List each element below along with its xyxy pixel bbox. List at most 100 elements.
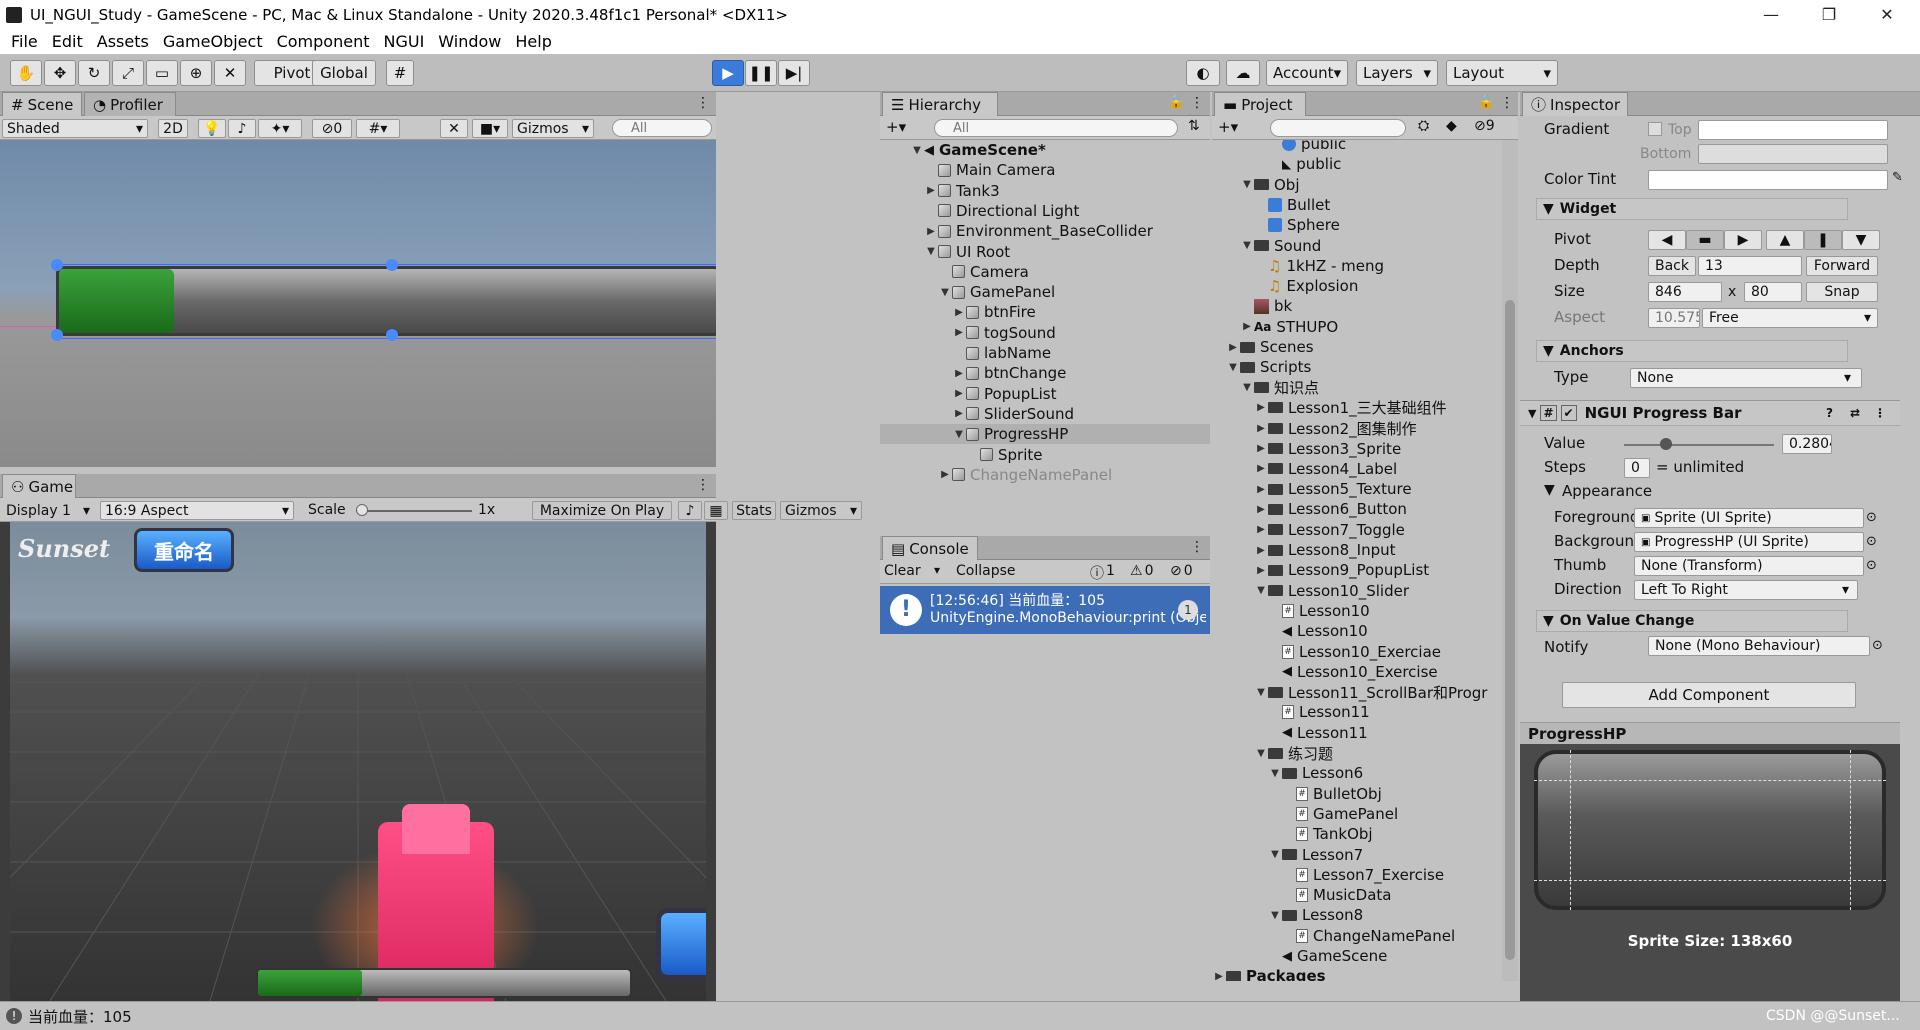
project-item[interactable]: ▶ Lesson9_PopupList bbox=[1212, 560, 1502, 580]
project-item[interactable]: ◀ Lesson10_Exercise bbox=[1212, 662, 1502, 682]
menu-window[interactable]: Window bbox=[438, 32, 501, 51]
project-item[interactable]: ▼ 知识点 bbox=[1212, 378, 1502, 398]
value-slider-track[interactable] bbox=[1624, 444, 1774, 446]
collapsed-arrow-icon[interactable]: ▶ bbox=[1240, 321, 1254, 332]
project-item[interactable]: # Lesson11 bbox=[1212, 702, 1502, 722]
project-item[interactable]: ▼ Lesson8 bbox=[1212, 905, 1502, 925]
collapsed-arrow-icon[interactable]: ▶ bbox=[1254, 545, 1268, 556]
collapsed-arrow-icon[interactable]: ▶ bbox=[924, 226, 938, 237]
depth-field[interactable]: 13 bbox=[1698, 256, 1802, 276]
panel-menu-icon[interactable]: ⋮ bbox=[1190, 95, 1204, 111]
global-toggle[interactable]: Global bbox=[312, 60, 376, 86]
menu-component[interactable]: Component bbox=[277, 32, 370, 51]
project-item[interactable]: ▶ Aa STHUPO bbox=[1212, 317, 1502, 337]
collapse-arrow-icon[interactable]: ▼ bbox=[1544, 482, 1555, 498]
project-item[interactable]: # ChangeNamePanel bbox=[1212, 926, 1502, 946]
hierarchy-item[interactable]: Directional Light bbox=[880, 201, 1210, 221]
bottom-color-field[interactable] bbox=[1698, 144, 1888, 164]
clear-button[interactable]: Clear bbox=[884, 563, 921, 579]
project-search-input[interactable] bbox=[1270, 119, 1406, 137]
cloud-icon[interactable]: ☁ bbox=[1226, 60, 1260, 86]
collapsed-arrow-icon[interactable]: ▶ bbox=[1254, 423, 1268, 434]
tab-game[interactable]: ⚇ Game bbox=[2, 474, 76, 498]
expanded-arrow-icon[interactable]: ▼ bbox=[938, 287, 952, 298]
grid-snap-icon[interactable]: # bbox=[386, 60, 414, 86]
pause-button[interactable]: ❚❚ bbox=[745, 60, 777, 86]
hierarchy-item[interactable]: ▼ ProgressHP bbox=[880, 424, 1210, 445]
panel-menu-icon[interactable]: ⋮ bbox=[1500, 95, 1514, 111]
layout-dropdown[interactable]: Layout ▾ bbox=[1446, 60, 1558, 86]
rotate-tool-icon[interactable]: ↻ bbox=[78, 60, 110, 86]
project-item[interactable]: # Lesson7_Exercise bbox=[1212, 865, 1502, 885]
maximize-button[interactable]: ❐ bbox=[1800, 0, 1858, 29]
snap-button[interactable]: Snap bbox=[1806, 282, 1878, 302]
project-item[interactable]: ▶ Lesson4_Label bbox=[1212, 459, 1502, 479]
pivot-bottom-button[interactable]: ▼ bbox=[1842, 230, 1880, 250]
expanded-arrow-icon[interactable]: ▼ bbox=[1240, 179, 1254, 190]
step-button[interactable]: ▶| bbox=[778, 60, 810, 86]
tab-profiler[interactable]: ◔ Profiler bbox=[84, 92, 176, 116]
resize-handle[interactable] bbox=[386, 329, 398, 341]
object-picker-icon[interactable]: ⊙ bbox=[1872, 638, 1883, 653]
project-item[interactable]: bk bbox=[1212, 296, 1502, 316]
project-item[interactable]: # Lesson10 bbox=[1212, 601, 1502, 621]
project-item[interactable]: ▶ Lesson8_Input bbox=[1212, 540, 1502, 560]
depth-back-button[interactable]: Back bbox=[1648, 256, 1696, 276]
game-view[interactable]: Sunset 重命名 ✔ 音效 白天 开火 bbox=[0, 522, 716, 1001]
steps-field[interactable]: 0 bbox=[1624, 458, 1650, 478]
expanded-arrow-icon[interactable]: ▼ bbox=[1254, 748, 1268, 759]
hidden-objects-toggle[interactable]: ⊘ 0 bbox=[312, 119, 352, 138]
shading-dropdown[interactable]: Shaded ▾ bbox=[2, 119, 148, 138]
hierarchy-item[interactable]: ▶ PopupList bbox=[880, 384, 1210, 404]
warning-toggle[interactable]: ⚠ 0 bbox=[1130, 563, 1153, 579]
project-item[interactable]: ◀ Lesson10 bbox=[1212, 621, 1502, 641]
project-item[interactable]: public bbox=[1212, 140, 1502, 154]
tab-hierarchy[interactable]: ☰ Hierarchy bbox=[882, 92, 998, 116]
expanded-arrow-icon[interactable]: ▼ bbox=[1268, 768, 1282, 779]
panel-menu-icon[interactable]: ⋮ bbox=[696, 477, 710, 493]
info-toggle[interactable]: ⓘ 1 bbox=[1090, 563, 1115, 583]
gizmos-dropdown[interactable]: Gizmos ▾ bbox=[512, 119, 594, 138]
color-tint-field[interactable] bbox=[1648, 170, 1888, 190]
project-item[interactable]: ▶ Scenes bbox=[1212, 337, 1502, 357]
move-tool-icon[interactable]: ✥ bbox=[44, 60, 76, 86]
project-item[interactable]: ▶ Lesson6_Button bbox=[1212, 499, 1502, 519]
project-item[interactable]: # MusicData bbox=[1212, 885, 1502, 905]
hierarchy-item[interactable]: ▶ ChangeNamePanel bbox=[880, 465, 1210, 485]
project-item[interactable]: ▶ Lesson3_Sprite bbox=[1212, 439, 1502, 459]
expanded-arrow-icon[interactable]: ▼ bbox=[910, 145, 924, 156]
widget-section-header[interactable]: ▼ Widget bbox=[1536, 198, 1848, 220]
scrollbar-thumb[interactable] bbox=[1505, 300, 1515, 960]
preview-header[interactable]: ProgressHP bbox=[1520, 722, 1900, 744]
help-icon[interactable]: ? bbox=[1826, 406, 1833, 420]
menu-gameobject[interactable]: GameObject bbox=[163, 32, 263, 51]
play-button[interactable]: ▶ bbox=[712, 60, 744, 86]
value-field[interactable]: 0.28046 bbox=[1782, 434, 1832, 454]
account-dropdown[interactable]: Account ▾ bbox=[1266, 60, 1348, 86]
expanded-arrow-icon[interactable]: ▼ bbox=[1268, 910, 1282, 921]
expanded-arrow-icon[interactable]: ▼ bbox=[924, 246, 938, 257]
add-icon[interactable]: +▾ bbox=[886, 118, 906, 136]
pivot-top-button[interactable]: ▲ bbox=[1766, 230, 1804, 250]
scene-search-input[interactable]: All bbox=[612, 119, 712, 137]
pivot-right-button[interactable]: ▶ bbox=[1724, 230, 1762, 250]
error-toggle[interactable]: ⊘ 0 bbox=[1170, 563, 1193, 579]
collapsed-arrow-icon[interactable]: ▶ bbox=[938, 469, 952, 480]
display-dropdown[interactable]: Display 1 ▾ bbox=[2, 501, 94, 520]
project-item[interactable]: ▼ Sound bbox=[1212, 236, 1502, 256]
filter-icon[interactable]: ⇅ bbox=[1188, 118, 1200, 134]
project-scrollbar[interactable] bbox=[1502, 140, 1518, 981]
expanded-arrow-icon[interactable]: ▼ bbox=[1226, 362, 1240, 373]
project-item[interactable]: ▼ Scripts bbox=[1212, 357, 1502, 377]
hierarchy-item[interactable]: ▶ Tank3 bbox=[880, 181, 1210, 201]
vsync-icon[interactable]: ▦ bbox=[704, 501, 728, 520]
hierarchy-item[interactable]: ▶ btnFire bbox=[880, 302, 1210, 322]
project-item[interactable]: ▼ 练习题 bbox=[1212, 743, 1502, 763]
project-item[interactable]: ◀ GameScene bbox=[1212, 946, 1502, 966]
object-picker-icon[interactable]: ⊙ bbox=[1866, 510, 1877, 525]
project-item[interactable]: ▶ Lesson1_三大基础组件 bbox=[1212, 398, 1502, 418]
resize-handle[interactable] bbox=[386, 259, 398, 271]
pivot-center-h-button[interactable]: ▬ bbox=[1686, 230, 1724, 250]
project-item[interactable]: # GamePanel bbox=[1212, 804, 1502, 824]
collapsed-arrow-icon[interactable]: ▶ bbox=[1254, 463, 1268, 474]
